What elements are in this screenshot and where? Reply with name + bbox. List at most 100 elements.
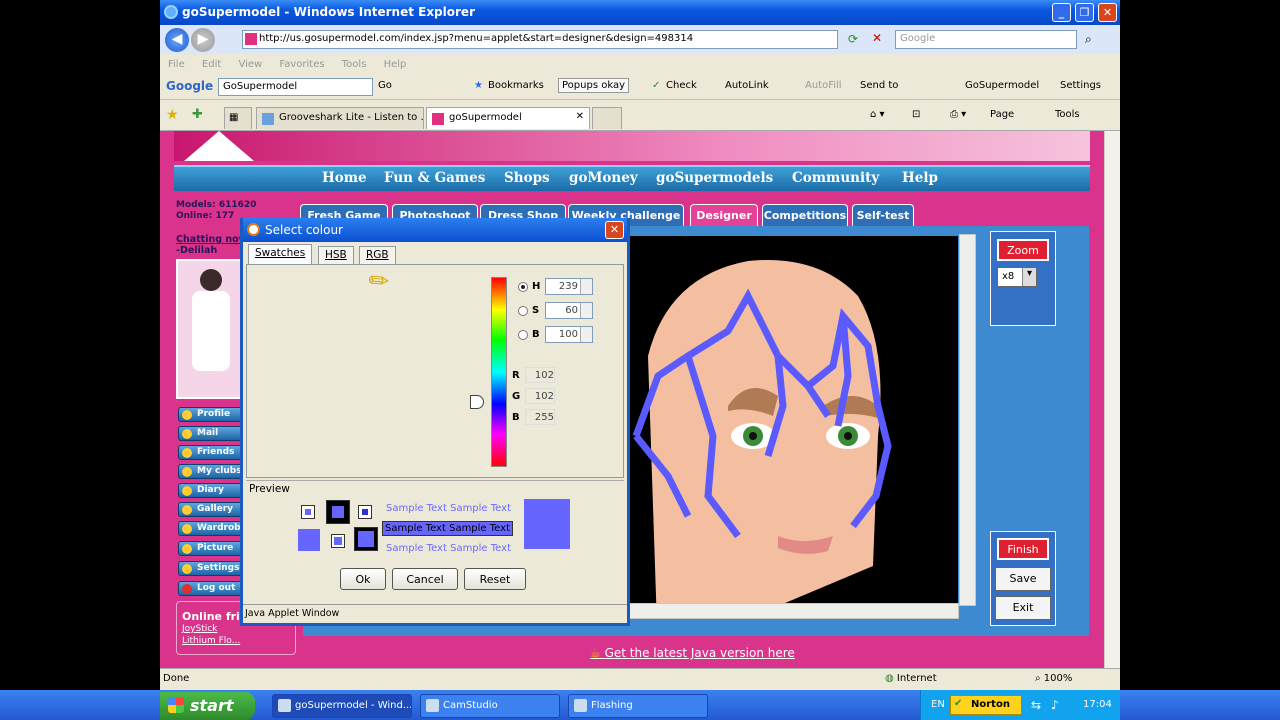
tab-competitions[interactable]: Competitions [762, 204, 848, 226]
add-favorite-icon[interactable]: ✚ [192, 107, 203, 122]
home-icon[interactable]: ⌂ ▾ [870, 109, 885, 120]
tools-menu[interactable]: Tools [1055, 109, 1080, 120]
task-gosupermodel[interactable]: goSupermodel - Wind... [272, 694, 412, 718]
nav-home[interactable]: Home [322, 170, 367, 186]
h-spinner[interactable]: 239 [545, 278, 593, 295]
autofill-button[interactable]: AutoFill [805, 80, 842, 91]
java-link[interactable]: ☕ Get the latest Java version here [590, 646, 795, 660]
stop-icon[interactable]: ✕ [872, 31, 882, 45]
menu-file[interactable]: File [168, 59, 185, 70]
new-tab-button[interactable] [592, 107, 622, 129]
search-input[interactable]: Google [895, 30, 1077, 49]
autolink-button[interactable]: AutoLink [725, 80, 769, 91]
menu-help[interactable]: Help [384, 59, 407, 70]
refresh-icon[interactable]: ⟳ [848, 32, 858, 46]
close-button[interactable]: ✕ [1098, 3, 1117, 22]
avatar[interactable] [176, 259, 244, 399]
b-spinner[interactable]: 100 [545, 326, 593, 343]
nav-gosupermodels[interactable]: goSupermodels [656, 170, 773, 186]
tab-rgb[interactable]: RGB [359, 246, 396, 264]
norton-button[interactable]: ✔ Norton [950, 695, 1022, 715]
tab-hsb[interactable]: HSB [318, 246, 354, 264]
tab-self-test[interactable]: Self-test [852, 204, 914, 226]
menu-tools[interactable]: Tools [342, 59, 367, 70]
friend-link[interactable]: Lithium Flo... [182, 635, 290, 647]
zoom-select[interactable]: x8 ▾ [997, 267, 1037, 287]
forward-button[interactable]: ▶ [191, 28, 215, 52]
canvas-horizontal-scrollbar[interactable] [628, 603, 959, 619]
chatting-label[interactable]: Chatting now [176, 234, 247, 245]
volume-icon[interactable]: ♪ [1051, 698, 1059, 712]
ok-button[interactable]: Ok [340, 568, 386, 590]
side-diary[interactable]: Diary [178, 483, 244, 498]
tab-gosupermodel[interactable]: goSupermodel ✕ [426, 107, 590, 129]
chatting-user[interactable]: -Delilah [176, 245, 247, 256]
reset-button[interactable]: Reset [464, 568, 526, 590]
google-search-field[interactable]: GoSupermodel [218, 78, 373, 96]
nav-community[interactable]: Community [792, 170, 879, 186]
finish-button[interactable]: Finish [997, 538, 1049, 560]
side-settings[interactable]: Settings [178, 561, 244, 576]
side-picture[interactable]: Picture [178, 541, 244, 556]
s-radio[interactable] [518, 306, 528, 316]
nav-gomoney[interactable]: goMoney [569, 170, 638, 186]
tab-designer[interactable]: Designer [690, 204, 758, 226]
zoom-button[interactable]: Zoom [997, 239, 1049, 261]
page-scrollbar[interactable] [1104, 131, 1120, 668]
exit-button[interactable]: Exit [995, 596, 1051, 620]
title-bar: goSupermodel - Windows Internet Explorer… [160, 0, 1120, 25]
h-radio[interactable] [518, 282, 528, 292]
side-log-out[interactable]: Log out [178, 581, 244, 596]
s-spinner[interactable]: 60 [545, 302, 593, 319]
side-friends[interactable]: Friends [178, 445, 244, 460]
hue-slider[interactable] [491, 277, 507, 467]
bookmarks-button[interactable]: ★ Bookmarks [474, 80, 544, 91]
quick-tabs-button[interactable]: ▦ [224, 107, 252, 129]
menu-edit[interactable]: Edit [202, 59, 221, 70]
zoom-level[interactable]: ⌕ 100% [1035, 673, 1072, 684]
go-button[interactable]: Go [378, 80, 392, 91]
design-canvas[interactable] [628, 236, 958, 606]
dialog-close-button[interactable]: ✕ [605, 221, 624, 239]
back-button[interactable]: ◀ [165, 28, 189, 52]
gosupermodel-bookmark[interactable]: GoSupermodel [965, 80, 1039, 91]
check-button[interactable]: ✓ Check [652, 80, 697, 91]
colour-picker-area[interactable]: ✎ H 239 S 60 B 100 R 102 G 102 B 255 [246, 264, 624, 478]
b-radio[interactable] [518, 330, 528, 340]
side-wardrobe[interactable]: Wardrobe [178, 521, 244, 536]
side-my-clubs[interactable]: My clubs [178, 464, 244, 479]
feeds-icon[interactable]: ⊡ [912, 109, 920, 120]
popups-button[interactable]: Popups okay [558, 78, 629, 93]
nav-help[interactable]: Help [902, 170, 938, 186]
side-mail[interactable]: Mail [178, 426, 244, 441]
start-button[interactable]: start [160, 692, 255, 720]
search-icon[interactable]: ⌕ [1085, 32, 1092, 47]
task-flashing[interactable]: Flashing [568, 694, 708, 718]
minimize-button[interactable]: _ [1052, 3, 1071, 22]
menu-view[interactable]: View [238, 59, 262, 70]
window-title: goSupermodel - Windows Internet Explorer [182, 5, 475, 19]
nav-fun-games[interactable]: Fun & Games [384, 170, 485, 186]
tab-grooveshark[interactable]: Grooveshark Lite - Listen to ... [256, 107, 424, 129]
language-indicator[interactable]: EN [931, 699, 945, 710]
sendto-button[interactable]: Send to [860, 80, 898, 91]
menu-favorites[interactable]: Favorites [279, 59, 324, 70]
maximize-button[interactable]: ❐ [1075, 3, 1094, 22]
nav-shops[interactable]: Shops [504, 170, 550, 186]
canvas-vertical-scrollbar[interactable] [959, 234, 976, 606]
side-profile[interactable]: Profile [178, 407, 244, 422]
network-icon[interactable]: ⇆ [1031, 698, 1041, 712]
page-menu[interactable]: Page [990, 109, 1014, 120]
task-camstudio[interactable]: CamStudio [420, 694, 560, 718]
settings-button[interactable]: Settings [1060, 80, 1101, 91]
preview-swatch [326, 500, 350, 524]
print-icon[interactable]: ⎙ ▾ [950, 109, 966, 120]
favorites-star-icon[interactable]: ★ [166, 107, 179, 123]
address-bar[interactable]: http://us.gosupermodel.com/index.jsp?men… [242, 30, 838, 49]
save-button[interactable]: Save [995, 567, 1051, 591]
side-gallery[interactable]: Gallery [178, 502, 244, 517]
chevron-down-icon: ▾ [1022, 268, 1036, 286]
tab-swatches[interactable]: Swatches [248, 244, 313, 264]
cancel-button[interactable]: Cancel [392, 568, 458, 590]
close-tab-icon[interactable]: ✕ [576, 111, 584, 122]
